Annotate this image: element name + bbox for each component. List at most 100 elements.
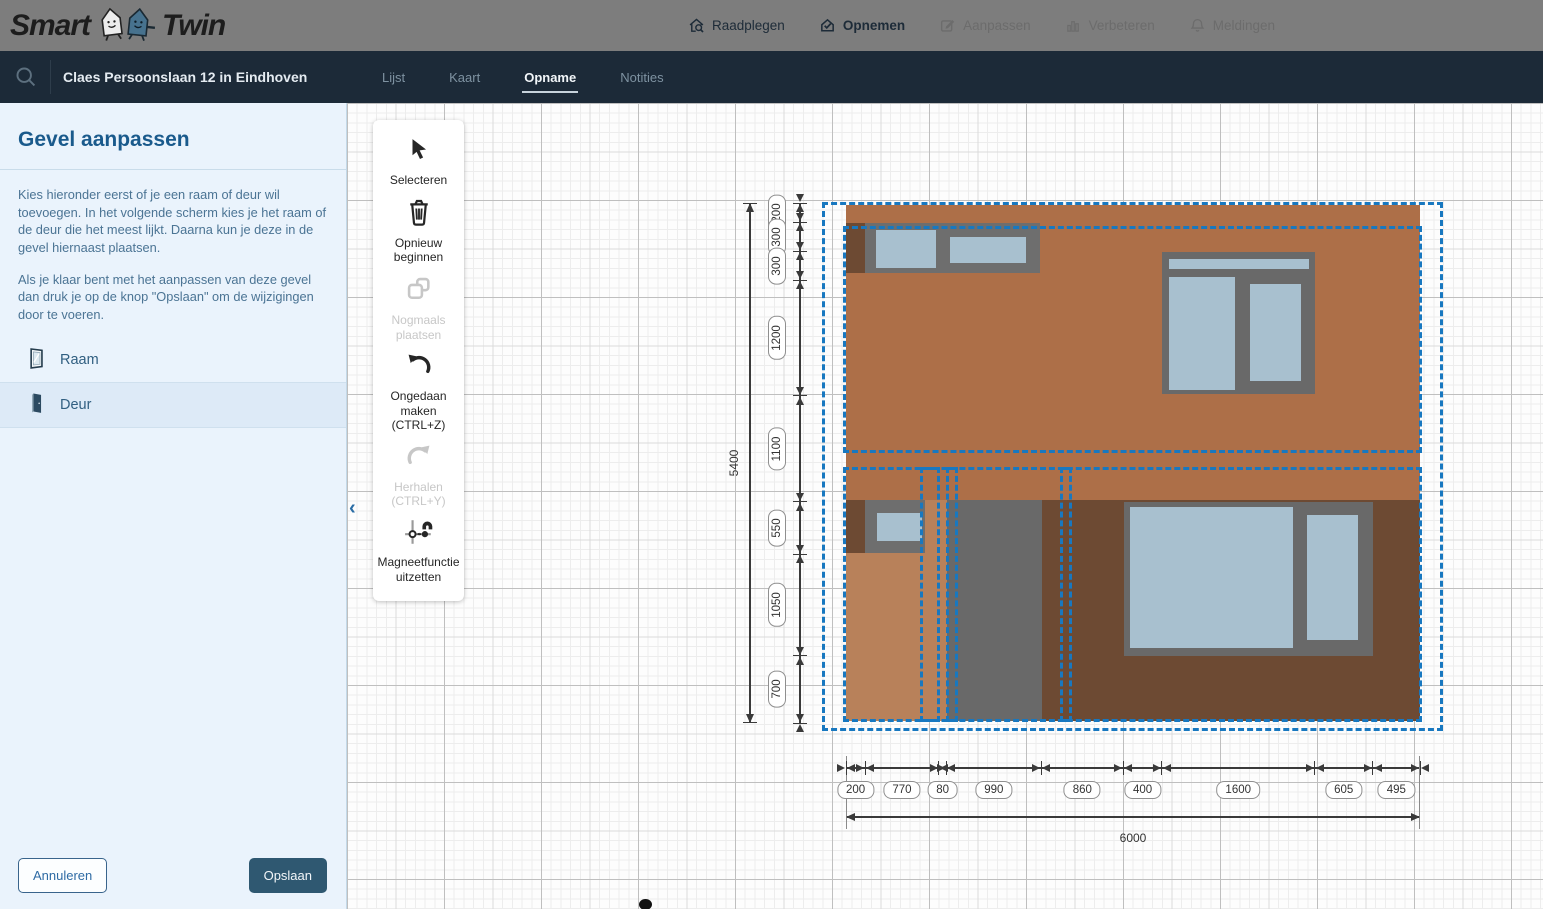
tool-label: Magneetfunctie uitzetten [376, 555, 461, 584]
dimension-value[interactable]: 860 [1064, 781, 1101, 799]
bar-chart-icon [1065, 17, 1082, 34]
tool-label: Opnieuw beginnen [376, 236, 461, 265]
tab-opname[interactable]: Opname [522, 64, 578, 91]
dimension-graphic [796, 213, 804, 221]
dimension-value[interactable]: 550 [768, 509, 786, 546]
dimension-value[interactable]: 495 [1378, 781, 1415, 799]
dimension-graphic [947, 764, 955, 772]
dimension-value[interactable]: 1100 [768, 427, 786, 470]
dimension-graphic [847, 764, 855, 772]
dimension-graphic [1316, 764, 1324, 772]
dimension-graphic [1124, 764, 1132, 772]
house-check-icon [819, 17, 836, 34]
property-bar: Claes Persoonslaan 12 in Eindhoven Lijst… [0, 51, 1543, 103]
save-button[interactable]: Opslaan [249, 858, 327, 893]
element-type-label: Raam [60, 352, 99, 368]
tool-nogmaals-plaatsen: Nogmaals plaatsen [376, 275, 461, 342]
dimension-graphic [796, 647, 804, 655]
edit-facade-panel: Gevel aanpassen Kies hieronder eerst of … [0, 103, 347, 909]
dimension-graphic [846, 816, 1420, 818]
menu-item-raadplegen[interactable]: Raadplegen [688, 17, 785, 34]
logo-houses-icon [94, 2, 158, 49]
door-placement-guide[interactable] [920, 467, 940, 722]
door-placement-guide[interactable] [946, 467, 958, 722]
dimension-graphic [796, 204, 804, 212]
dimension-value[interactable]: 990 [975, 781, 1012, 799]
tab-kaart[interactable]: Kaart [447, 64, 482, 91]
logo-text-twin: Twin [162, 9, 225, 43]
redo-icon [404, 444, 434, 475]
dimension-graphic [1411, 764, 1419, 772]
door-placement-guide[interactable] [1060, 467, 1072, 722]
dimension-value[interactable]: 80 [927, 781, 958, 799]
partial-element-below [639, 899, 652, 909]
menu-item-opnemen[interactable]: Opnemen [819, 17, 905, 34]
dimension-value[interactable]: 1050 [768, 583, 786, 627]
instruction-paragraph: Als je klaar bent met het aanpassen van … [18, 271, 328, 324]
dimension-graphic [796, 242, 804, 250]
door-icon [28, 392, 46, 418]
dimension-graphic [1042, 764, 1050, 772]
tab-lijst[interactable]: Lijst [380, 64, 407, 91]
menu-item-verbeteren: Verbeteren [1065, 17, 1155, 34]
tool-palette: Selecteren Opnieuw beginnen Nogmaals plaat… [373, 120, 464, 601]
dimension-value[interactable]: 1200 [768, 316, 786, 360]
element-type-deur[interactable]: Deur [0, 383, 346, 428]
dimension-graphic [796, 281, 804, 289]
search-icon[interactable] [14, 65, 38, 89]
tab-notities[interactable]: Notities [618, 64, 665, 91]
dimension-graphic [796, 657, 804, 665]
panel-instructions: Kies hieronder eerst of je een raam of d… [0, 170, 346, 324]
dimension-graphic [743, 722, 757, 723]
divider [50, 60, 51, 94]
logo-text-smart: Smart [10, 9, 90, 43]
instruction-paragraph: Kies hieronder eerst of je een raam of d… [18, 186, 328, 257]
dimension-graphic [1374, 764, 1382, 772]
top-app-bar: Smart [0, 0, 1543, 51]
app-logo: Smart [0, 2, 225, 49]
dimension-graphic [1163, 764, 1171, 772]
dimension-graphic [866, 764, 874, 772]
cancel-button[interactable]: Annuleren [18, 858, 107, 893]
tool-label: Nogmaals plaatsen [376, 313, 461, 342]
dimension-graphic [837, 764, 845, 772]
dimension-graphic [796, 545, 804, 553]
tool-label: Selecteren [390, 173, 447, 188]
upper-floor-selection[interactable] [843, 226, 1422, 453]
tool-ongedaan-maken-ctrl-z[interactable]: Ongedaan maken (CTRL+Z) [376, 353, 461, 433]
house-search-icon [688, 17, 705, 34]
menu-item-aanpassen: Aanpassen [939, 17, 1031, 34]
dimension-value[interactable]: 200 [837, 781, 874, 799]
dimension-graphic [1153, 764, 1161, 772]
view-tabs: Lijst Kaart Opname Notities [380, 51, 666, 103]
dimension-graphic [796, 397, 804, 405]
dimension-value[interactable]: 400 [1124, 781, 1161, 799]
window-icon [28, 347, 46, 373]
dimension-graphic [1032, 764, 1040, 772]
element-type-raam[interactable]: Raam [0, 338, 346, 383]
dimension-graphic [796, 555, 804, 563]
tool-selecteren[interactable]: Selecteren [390, 137, 447, 188]
dimension-graphic [796, 194, 804, 202]
tool-herhalen-ctrl-y: Herhalen (CTRL+Y) [376, 444, 461, 509]
dimension-value[interactable]: 700 [768, 671, 786, 708]
undo-icon [404, 353, 434, 384]
dimension-value[interactable]: 605 [1325, 781, 1362, 799]
dimension-graphic [743, 203, 757, 204]
dimension-graphic [796, 503, 804, 511]
dimension-graphic [1114, 764, 1122, 772]
dimension-graphic [846, 813, 855, 821]
dimension-graphic [1364, 764, 1372, 772]
dimension-graphic [1411, 813, 1420, 821]
dimension-value[interactable]: 300 [768, 247, 786, 284]
total-height-label: 5400 [727, 450, 741, 477]
tool-opnieuw-beginnen[interactable]: Opnieuw beginnen [376, 198, 461, 265]
dimension-graphic [796, 493, 804, 501]
magnet-icon [404, 519, 434, 550]
dimension-graphic [796, 223, 804, 231]
tool-magneetfunctie-uitzetten[interactable]: Magneetfunctie uitzetten [376, 519, 461, 584]
dimension-value[interactable]: 1600 [1216, 781, 1260, 799]
dimension-value[interactable]: 770 [883, 781, 920, 799]
trash-icon [406, 198, 432, 231]
collapse-sidebar-chevron-icon[interactable]: ‹ [349, 498, 356, 518]
